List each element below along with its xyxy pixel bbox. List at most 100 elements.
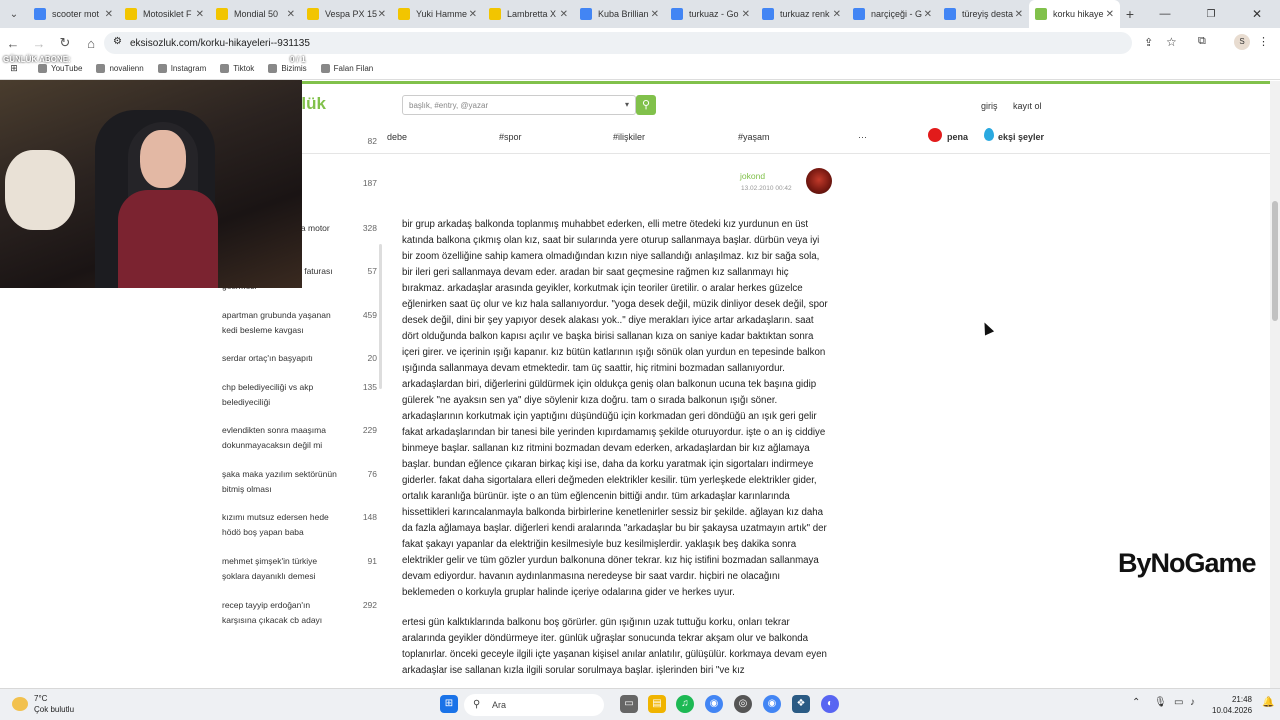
microphone-icon[interactable]: 🎙 — [1154, 697, 1167, 708]
bookmark-label: Tiktok — [233, 64, 255, 73]
browser-tab[interactable]: narçiçeği - G ✕ — [847, 0, 938, 28]
sidebar-topic-item[interactable]: apartman grubunda yaşanan kedi besleme k… — [222, 308, 377, 338]
bookmark-label: novalienn — [109, 64, 144, 73]
sidebar-topic-item[interactable]: mehmet şimşek'in türkiye şoklara dayanık… — [222, 554, 377, 584]
bookmark-item[interactable]: Instagram — [157, 64, 206, 73]
close-tab-icon[interactable]: ✕ — [105, 9, 113, 20]
close-tab-icon[interactable]: ✕ — [1015, 9, 1023, 20]
webcam-overlay — [0, 80, 302, 288]
sidebar-topic-item[interactable]: evlendikten sonra maaşıma dokunmayacaksı… — [222, 423, 377, 453]
sidebar-topic-item[interactable]: recep tayyip erdoğan'ın karşısına çıkaca… — [222, 598, 377, 628]
app-icon[interactable]: ❖ — [792, 695, 810, 713]
pena-link[interactable]: pena — [947, 132, 968, 142]
entry-author[interactable]: jokond — [740, 171, 765, 181]
close-tab-icon[interactable]: ✕ — [469, 9, 477, 20]
discord-icon[interactable]: ◐ — [821, 695, 839, 713]
sidebar-topic-item[interactable]: kızımı mutsuz edersen hede hödö boş yapa… — [222, 510, 377, 540]
eksi-seyler-link[interactable]: ekşi şeyler — [998, 132, 1044, 142]
profile-avatar[interactable]: S — [1234, 34, 1250, 50]
apps-icon[interactable]: ⊞ — [0, 63, 28, 74]
spotify-icon[interactable]: ♫ — [676, 695, 694, 713]
search-input[interactable]: başlık, #entry, @yazar ▾ — [402, 95, 636, 115]
entry-date[interactable]: 13.02.2010 00:42 — [741, 185, 792, 192]
more-topics-icon[interactable]: ··· — [858, 132, 867, 142]
site-info-icon[interactable]: ⚙ — [113, 36, 122, 47]
page-scrollbar[interactable] — [1270, 81, 1280, 688]
close-tab-icon[interactable]: ✕ — [287, 9, 295, 20]
browser-tab[interactable]: korku hikaye ✕ — [1029, 0, 1120, 28]
tab-search-icon[interactable]: ⌄ — [0, 9, 28, 20]
subscriber-goal-count: 0 / 1 — [290, 55, 306, 64]
chrome-profile-icon[interactable]: ◉ — [763, 695, 781, 713]
new-tab-button[interactable]: + — [1120, 6, 1140, 22]
network-icon[interactable]: ▭ — [1174, 697, 1183, 708]
topic-spor[interactable]: #spor — [499, 132, 522, 142]
sidebar-topic-item[interactable]: chp belediyeciliği vs akp belediyeciliği… — [222, 380, 377, 410]
sidebar-topic-item[interactable]: şaka maka yazılım sektörünün bitmiş olma… — [222, 467, 377, 497]
url-field[interactable]: ⚙ eksisozluk.com/korku-hikayeleri--93113… — [104, 32, 1132, 54]
forward-icon[interactable]: → — [26, 36, 52, 51]
login-link[interactable]: giriş — [981, 101, 998, 111]
search-button[interactable]: ⚲ — [636, 95, 656, 115]
topic-iliskiler[interactable]: #ilişkiler — [613, 132, 645, 142]
close-icon[interactable]: ✕ — [1234, 7, 1280, 21]
volume-icon[interactable]: ♪ — [1190, 697, 1195, 708]
topic-debe[interactable]: debe — [387, 132, 407, 142]
minimize-icon[interactable]: — — [1142, 8, 1188, 20]
windows-start-icon[interactable]: ⊞ — [440, 695, 458, 713]
file-explorer-icon[interactable]: ▤ — [648, 695, 666, 713]
browser-tab[interactable]: Motosiklet F ✕ — [119, 0, 210, 28]
close-tab-icon[interactable]: ✕ — [651, 9, 659, 20]
browser-tab[interactable]: turkuaz renk ✕ — [756, 0, 847, 28]
task-view-icon[interactable]: ▭ — [620, 695, 638, 713]
bookmark-star-icon[interactable]: ☆ — [1166, 35, 1177, 49]
browser-tab[interactable]: türeyiş desta ✕ — [938, 0, 1029, 28]
bookmark-item[interactable]: novalienn — [96, 64, 144, 73]
streamer-body — [118, 190, 218, 288]
menu-icon[interactable]: ⋮ — [1258, 35, 1269, 48]
bookmark-item[interactable]: Falan Filan — [320, 64, 373, 73]
browser-tab[interactable]: turkuaz - Go ✕ — [665, 0, 756, 28]
chrome-icon[interactable]: ◉ — [705, 695, 723, 713]
weather-widget[interactable]: 7°C Çok bulutlu — [34, 693, 74, 715]
topic-title: şaka maka yazılım sektörünün bitmiş olma… — [222, 469, 337, 494]
install-icon[interactable]: ⇪ — [1144, 36, 1153, 49]
chevron-up-icon[interactable]: ⌃ — [1132, 697, 1140, 708]
close-tab-icon[interactable]: ✕ — [833, 9, 841, 20]
back-icon[interactable]: ← — [0, 36, 26, 51]
browser-tab[interactable]: Lambretta X ✕ — [483, 0, 574, 28]
author-avatar[interactable] — [806, 168, 832, 194]
bookmark-item[interactable]: Tiktok — [220, 64, 254, 73]
close-tab-icon[interactable]: ✕ — [196, 9, 204, 20]
chrome-icon — [580, 8, 592, 20]
home-icon[interactable]: ⌂ — [78, 36, 104, 51]
close-tab-icon[interactable]: ✕ — [924, 9, 932, 20]
close-tab-icon[interactable]: ✕ — [742, 9, 750, 20]
browser-tab[interactable]: Mondial 50 ✕ — [210, 0, 301, 28]
bookmark-item[interactable]: Bizimis — [268, 64, 307, 73]
clock[interactable]: 21:48 10.04.2026 — [1212, 694, 1252, 716]
bookmark-item[interactable]: YouTube — [38, 64, 82, 73]
close-tab-icon[interactable]: ✕ — [560, 9, 568, 20]
extensions-icon[interactable]: ⧉ — [1198, 35, 1206, 48]
s-icon — [398, 8, 410, 20]
browser-tab[interactable]: scooter mot ✕ — [28, 0, 119, 28]
close-tab-icon[interactable]: ✕ — [1106, 9, 1114, 20]
browser-tab[interactable]: Kuba Brillian ✕ — [574, 0, 665, 28]
sidebar-scrollbar[interactable] — [379, 244, 382, 389]
topic-yasam[interactable]: #yaşam — [738, 132, 770, 142]
reload-icon[interactable]: ↻ — [52, 35, 78, 51]
notification-icon[interactable]: 🔔 — [1262, 697, 1274, 708]
topic-title: evlendikten sonra maaşıma dokunmayacaksı… — [222, 425, 326, 450]
register-link[interactable]: kayıt ol — [1013, 101, 1042, 111]
obs-icon[interactable]: ◎ — [734, 695, 752, 713]
browser-tab[interactable]: Vespa PX 15 ✕ — [301, 0, 392, 28]
browser-tab[interactable]: Yuki Hamme ✕ — [392, 0, 483, 28]
chevron-down-icon[interactable]: ▾ — [625, 100, 629, 109]
scrollbar-thumb[interactable] — [1272, 201, 1278, 321]
taskbar-search[interactable]: ⚲ Ara — [464, 694, 604, 716]
restore-icon[interactable]: ❐ — [1188, 9, 1234, 20]
bookmark-icon — [220, 64, 230, 73]
close-tab-icon[interactable]: ✕ — [378, 9, 386, 20]
sidebar-topic-item[interactable]: serdar ortaç'ın başyapıtı 20 — [222, 351, 377, 366]
